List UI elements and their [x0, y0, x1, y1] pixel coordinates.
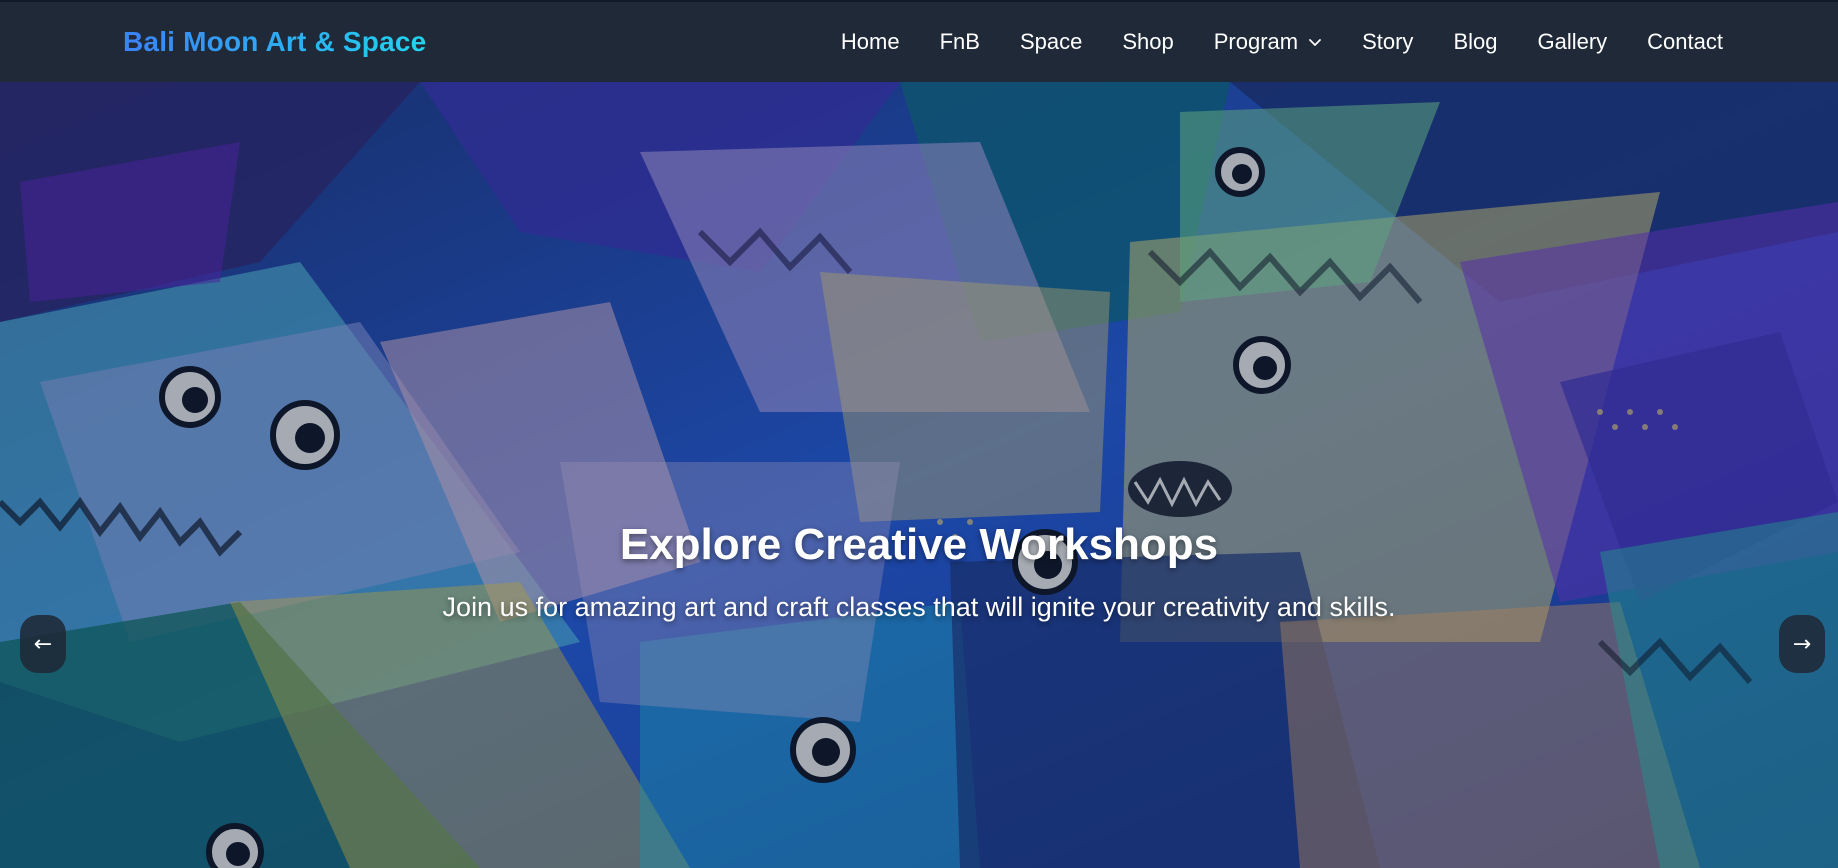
hero-dark-overlay — [0, 82, 1838, 868]
nav-link-shop[interactable]: Shop — [1122, 29, 1173, 55]
nav-dropdown-program[interactable]: Program — [1214, 29, 1322, 55]
chevron-down-icon — [1309, 39, 1321, 46]
carousel-prev-button[interactable]: ← — [20, 615, 66, 673]
main-nav: Home FnB Space Shop Program Story Blog G… — [841, 29, 1723, 55]
nav-link-blog[interactable]: Blog — [1453, 29, 1497, 55]
hero-subtitle: Join us for amazing art and craft classe… — [442, 592, 1396, 622]
nav-link-story[interactable]: Story — [1362, 29, 1413, 55]
arrow-right-icon: → — [1792, 631, 1812, 657]
nav-link-gallery[interactable]: Gallery — [1537, 29, 1607, 55]
carousel-next-button[interactable]: → — [1779, 615, 1825, 673]
nav-link-contact[interactable]: Contact — [1647, 29, 1723, 55]
nav-link-home[interactable]: Home — [841, 29, 900, 55]
nav-dropdown-program-label: Program — [1213, 29, 1299, 54]
nav-link-space[interactable]: Space — [1020, 29, 1082, 55]
hero-title: Explore Creative Workshops — [619, 520, 1219, 569]
brand-logo-link[interactable]: Bali Moon Art & Space — [123, 26, 426, 58]
top-navbar: Bali Moon Art & Space Home FnB Space Sho… — [0, 0, 1838, 82]
arrow-left-icon: ← — [33, 631, 53, 657]
nav-link-fnb[interactable]: FnB — [940, 29, 980, 55]
hero-carousel — [0, 82, 1838, 868]
